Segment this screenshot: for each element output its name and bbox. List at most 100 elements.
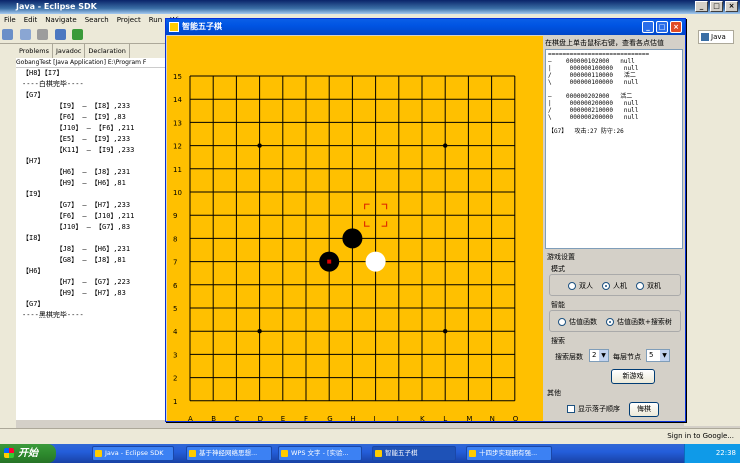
run-icon[interactable] bbox=[72, 29, 84, 40]
star-point bbox=[443, 143, 448, 148]
eclipse-titlebar: Java - Eclipse SDK _ □ × bbox=[0, 0, 740, 14]
gomoku-titlebar: 智能五子棋 _ □ × bbox=[166, 19, 685, 35]
gomoku-title: 智能五子棋 bbox=[182, 22, 222, 31]
info-line: / 000000210000 null bbox=[548, 107, 639, 114]
info-line: — 000000102000 null bbox=[548, 58, 635, 65]
menu-navigate[interactable]: Navigate bbox=[45, 14, 76, 26]
new-icon[interactable] bbox=[2, 29, 13, 40]
row-label: 6 bbox=[173, 282, 178, 290]
console-line: 【H6】 — 【J8】,231 bbox=[22, 168, 131, 176]
show-order-checkbox[interactable]: 显示落子顺序 bbox=[567, 404, 620, 414]
tab-declaration[interactable]: Declaration bbox=[85, 44, 130, 58]
cursor-corner bbox=[364, 221, 370, 227]
print-icon[interactable] bbox=[37, 29, 49, 40]
minimize-button[interactable]: _ bbox=[695, 1, 708, 12]
task-gomoku[interactable]: 智能五子棋 bbox=[372, 446, 456, 461]
last-move-marker bbox=[327, 259, 332, 264]
task-doc1[interactable]: 基于神经网络思想... bbox=[186, 446, 272, 461]
tab-problems[interactable]: Problems bbox=[16, 44, 53, 58]
maximize-button[interactable]: □ bbox=[710, 1, 723, 12]
undo-button[interactable]: 悔棋 bbox=[629, 402, 659, 417]
game-settings-title: 游戏设置 bbox=[547, 253, 575, 261]
col-label: L bbox=[443, 415, 447, 421]
row-label: 13 bbox=[173, 119, 182, 127]
tab-javadoc[interactable]: Javadoc bbox=[53, 44, 86, 58]
ai-label: 智能 bbox=[551, 301, 565, 309]
row-label: 7 bbox=[173, 259, 177, 267]
col-label: O bbox=[513, 415, 519, 421]
star-point bbox=[257, 143, 262, 148]
row-label: 12 bbox=[173, 143, 182, 151]
col-label: B bbox=[211, 415, 216, 421]
col-label: H bbox=[350, 415, 355, 421]
col-label: J bbox=[396, 415, 399, 421]
info-line bbox=[548, 121, 680, 128]
info-line: \ 000000100000 null bbox=[548, 79, 639, 86]
game-board[interactable]: 15 14 13 12 11 10 9 8 7 6 5 4 3 2 1 A B C D E F G H I J K L M N O bbox=[167, 36, 543, 421]
status-text[interactable]: Sign in to Google... bbox=[667, 432, 734, 440]
panel-hint: 在棋盘上单击鼠标右键，查看各点估值 bbox=[545, 39, 664, 47]
console-line: 【I9】 — 【I8】,233 bbox=[22, 102, 131, 110]
depth-select[interactable]: 2 ▼ bbox=[589, 349, 609, 362]
col-label: N bbox=[490, 415, 495, 421]
cursor-corner bbox=[381, 221, 388, 227]
cursor-corner bbox=[364, 203, 370, 210]
nodes-label: 每层节点 bbox=[613, 353, 641, 361]
evaluation-info[interactable]: ============================ — 0000001020… bbox=[545, 49, 683, 249]
menu-search[interactable]: Search bbox=[85, 14, 109, 26]
row-label: 1 bbox=[173, 398, 177, 406]
task-eclipse[interactable]: Java - Eclipse SDK bbox=[92, 446, 174, 461]
console-line: 【G8】 — 【J8】,81 bbox=[22, 256, 126, 264]
save-icon[interactable] bbox=[19, 29, 31, 40]
other-label: 其他 bbox=[547, 389, 561, 397]
debug-icon[interactable] bbox=[54, 29, 66, 40]
mode-two-player-radio[interactable]: 双人 bbox=[568, 281, 593, 291]
menu-edit[interactable]: Edit bbox=[24, 14, 38, 26]
board-svg[interactable]: 15 14 13 12 11 10 9 8 7 6 5 4 3 2 1 A B C D E F G H I J K L M N O bbox=[167, 36, 543, 421]
row-label: 14 bbox=[173, 96, 182, 104]
close-button[interactable]: × bbox=[725, 1, 738, 12]
task-wps[interactable]: WPS 文字 - [实验... bbox=[278, 446, 362, 461]
menu-file[interactable]: File bbox=[4, 14, 16, 26]
col-label: I bbox=[374, 415, 376, 421]
left-gutter bbox=[0, 44, 16, 428]
cursor-corner bbox=[381, 203, 388, 210]
nodes-select[interactable]: 5 ▼ bbox=[646, 349, 670, 362]
row-label: 3 bbox=[173, 351, 177, 359]
console-line: 【I9】 bbox=[22, 190, 45, 198]
mode-ai-vs-ai-radio[interactable]: 双机 bbox=[636, 281, 661, 291]
ai-eval-search-radio[interactable]: 估值函数+搜索树 bbox=[606, 317, 672, 327]
ai-eval-radio[interactable]: 估值函数 bbox=[558, 317, 597, 327]
console-header: GobangTest [Java Application] E:\Program… bbox=[16, 58, 166, 68]
chevron-down-icon: ▼ bbox=[599, 350, 608, 361]
menu-project[interactable]: Project bbox=[117, 14, 141, 26]
console-output[interactable]: 【H8】【I7】 ----白棋完毕---- 【G7】 【I9】 — 【I8】,233… bbox=[16, 68, 166, 420]
console-line: 【E5】 — 【I9】,233 bbox=[22, 135, 131, 143]
console-line: ----白棋完毕---- bbox=[22, 80, 84, 88]
maximize-button[interactable]: □ bbox=[656, 21, 668, 33]
ai-group: 估值函数 估值函数+搜索树 bbox=[549, 310, 681, 332]
start-button[interactable]: 开始 bbox=[0, 444, 56, 463]
clock: 22:38 bbox=[715, 449, 736, 457]
row-label: 10 bbox=[173, 189, 182, 197]
row-label: 11 bbox=[173, 166, 182, 174]
row-label: 9 bbox=[173, 212, 177, 220]
new-game-button[interactable]: 新游戏 bbox=[611, 369, 655, 384]
col-label: A bbox=[188, 415, 193, 421]
minimize-button[interactable]: _ bbox=[642, 21, 654, 33]
white-stone bbox=[365, 251, 386, 272]
info-line: — 000000202000 活二 bbox=[548, 93, 633, 100]
java-perspective-button[interactable]: Java bbox=[698, 30, 734, 44]
console-line: 【H7】 — 【G7】,223 bbox=[22, 278, 131, 286]
info-line: ============================ bbox=[548, 51, 650, 58]
col-label: E bbox=[281, 415, 285, 421]
info-line: / 000000110000 活二 bbox=[548, 72, 636, 79]
mode-human-vs-ai-radio[interactable]: 人机 bbox=[602, 281, 627, 291]
view-tabs: Problems Javadoc Declaration bbox=[16, 44, 166, 58]
col-label: C bbox=[234, 415, 239, 421]
gomoku-window: 智能五子棋 _ □ × 15 14 13 12 11 10 9 8 7 6 5 4 3 2 1 A B C D E F G… bbox=[165, 18, 686, 422]
menu-run[interactable]: Run bbox=[149, 14, 162, 26]
close-button[interactable]: × bbox=[670, 21, 682, 33]
task-doc2[interactable]: 十四步实现拥有强... bbox=[466, 446, 552, 461]
status-bar: Sign in to Google... bbox=[0, 428, 740, 444]
